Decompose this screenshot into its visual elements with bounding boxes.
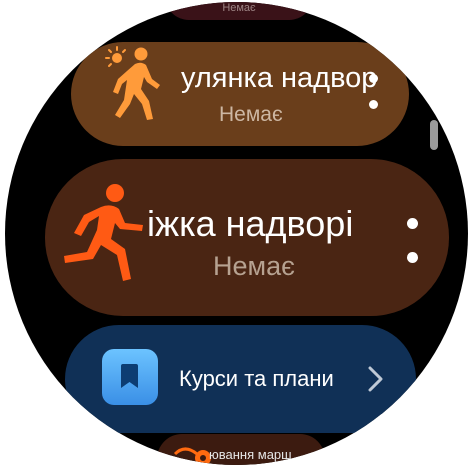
card-title: улянка надвор <box>181 62 378 94</box>
watch-screen: Немає улянка надвор Немає іжка надворі Н… <box>5 2 468 465</box>
card-subtitle: Немає <box>213 251 295 281</box>
more-dot <box>369 74 378 83</box>
workout-card-outdoor-walk[interactable]: улянка надвор Немає <box>71 42 409 146</box>
workout-card-route[interactable]: ювання марш <box>157 434 325 465</box>
courses-and-plans-button[interactable]: Курси та плани <box>65 325 416 433</box>
more-dot <box>369 100 378 109</box>
bookmark-icon <box>102 349 158 405</box>
card-subtitle: Немає <box>219 103 283 126</box>
card-title: ювання марш <box>209 447 292 462</box>
card-title: іжка надворі <box>147 203 354 244</box>
scroll-indicator[interactable] <box>430 120 438 150</box>
more-dot <box>407 218 418 229</box>
chevron-right-icon <box>368 366 383 392</box>
card-title: Курси та плани <box>179 366 334 391</box>
route-icon <box>173 447 211 465</box>
workout-card-outdoor-run[interactable]: іжка надворі Немає <box>45 159 449 316</box>
more-dot <box>407 252 418 263</box>
walking-person-sun-icon <box>105 46 160 120</box>
card-subtitle: Немає <box>222 2 256 14</box>
workout-card-top[interactable]: Немає <box>165 2 313 20</box>
running-person-icon <box>64 184 143 281</box>
